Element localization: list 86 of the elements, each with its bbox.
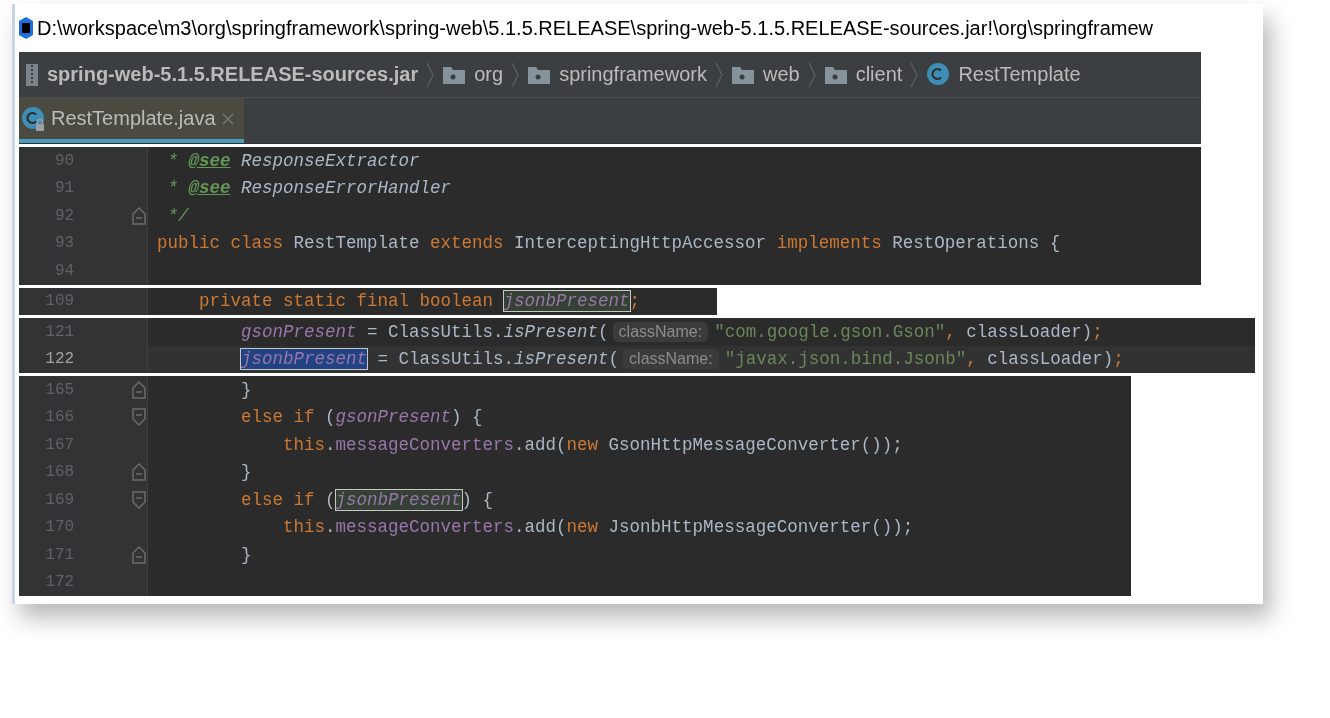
- code-text: .add(: [514, 434, 567, 455]
- class-icon: [21, 105, 45, 132]
- keyword: ,: [945, 321, 957, 342]
- keyword: extends: [430, 233, 505, 254]
- keyword: implements: [776, 233, 883, 254]
- field-name: messageConverters: [335, 517, 515, 538]
- breadcrumb-item[interactable]: RestTemplate: [958, 63, 1081, 86]
- app-logo-icon: [19, 17, 33, 39]
- doc-reference: ResponseExtractor: [240, 150, 420, 171]
- keyword: else if: [240, 489, 316, 510]
- doc-tag: @see: [188, 150, 231, 171]
- code-text: .: [325, 517, 336, 538]
- code-text: JsonbHttpMessageConverter());: [608, 517, 914, 538]
- breadcrumb-item[interactable]: spring-web-5.1.5.RELEASE-sources.jar: [47, 63, 419, 86]
- keyword: new: [566, 434, 600, 455]
- fold-marker-icon[interactable]: [132, 380, 146, 399]
- keyword: ,: [966, 349, 978, 370]
- keyword: else if: [240, 407, 316, 428]
- folder-icon: [823, 64, 848, 85]
- string-literal: "com.google.gson.Gson": [714, 321, 946, 342]
- code-text: (: [598, 321, 609, 342]
- fold-marker-icon[interactable]: [132, 408, 146, 427]
- code-text: RestTemplate: [293, 233, 421, 254]
- breadcrumb-item[interactable]: client: [855, 63, 903, 86]
- code-text: classLoader): [966, 321, 1093, 342]
- code-text: (: [325, 489, 336, 510]
- code-text: ) {: [451, 407, 483, 428]
- breadcrumb-item[interactable]: springframework: [559, 63, 707, 86]
- field-name: messageConverters: [335, 434, 515, 455]
- folder-icon: [730, 64, 755, 85]
- fold-marker-icon[interactable]: [132, 463, 146, 482]
- chevron-icon: [714, 61, 723, 88]
- code-text: = ClassUtils.: [366, 321, 504, 342]
- code-text: }: [240, 544, 252, 565]
- code-text: (: [325, 407, 336, 428]
- breadcrumb-item[interactable]: web: [762, 63, 800, 86]
- keyword: this: [282, 517, 326, 538]
- code-text: (: [608, 349, 620, 370]
- method-name: isPresent: [503, 321, 599, 342]
- code-text: = ClassUtils.: [376, 349, 515, 370]
- field-name: gsonPresent: [335, 407, 452, 428]
- fold-marker-icon[interactable]: [132, 545, 146, 564]
- line-number: 122: [44, 350, 75, 369]
- class-icon: [926, 61, 951, 88]
- code-text: }: [240, 379, 252, 400]
- keyword: public class: [157, 233, 285, 254]
- code-text: }: [240, 462, 252, 483]
- breadcrumb-item[interactable]: org: [474, 63, 504, 86]
- archive-icon: [25, 62, 39, 87]
- chevron-icon: [511, 61, 520, 88]
- doc-comment: *: [166, 150, 179, 171]
- field-name: gsonPresent: [241, 321, 357, 342]
- keyword: this: [282, 434, 326, 455]
- code-text: classLoader): [987, 349, 1114, 370]
- doc-reference: ResponseErrorHandler: [240, 178, 452, 199]
- keyword: new: [566, 517, 600, 538]
- field-name: jsonbPresent: [241, 349, 368, 370]
- doc-comment: *: [166, 178, 179, 199]
- fold-marker-icon[interactable]: [132, 206, 146, 225]
- code-text: GsonHttpMessageConverter());: [608, 434, 903, 455]
- field-name: jsonbPresent: [503, 291, 630, 312]
- parameter-hint: className:: [612, 321, 709, 342]
- folder-icon: [442, 64, 467, 85]
- keyword: ;: [629, 291, 641, 312]
- method-name: isPresent: [514, 349, 609, 370]
- editor-tab[interactable]: RestTemplate.java: [19, 98, 244, 143]
- doc-comment: */: [166, 205, 189, 226]
- code-text: ) {: [461, 489, 494, 510]
- code-text: InterceptingHttpAccessor: [514, 233, 768, 254]
- chevron-icon: [910, 61, 919, 88]
- keyword: private static final boolean: [198, 291, 495, 312]
- code-text: RestOperations {: [892, 233, 1061, 254]
- keyword: ;: [1113, 349, 1124, 370]
- folder-icon: [527, 64, 552, 85]
- fold-marker-icon[interactable]: [132, 490, 146, 509]
- string-literal: "javax.json.bind.Jsonb": [724, 349, 967, 370]
- keyword: ;: [1092, 321, 1103, 342]
- field-name: jsonbPresent: [335, 489, 462, 510]
- code-text: .add(: [514, 517, 567, 538]
- close-icon[interactable]: [221, 112, 234, 125]
- chevron-icon: [426, 61, 435, 88]
- doc-tag: @see: [188, 178, 231, 199]
- chevron-icon: [807, 61, 816, 88]
- parameter-hint: className:: [623, 349, 719, 370]
- code-text: .: [325, 434, 336, 455]
- window-title: D:\workspace\m3\org\springframework\spring-web\5.1.5.RELEASE\spring-web-5.1.5.RELEASE-sources.jar!\org\springframew: [37, 16, 1153, 40]
